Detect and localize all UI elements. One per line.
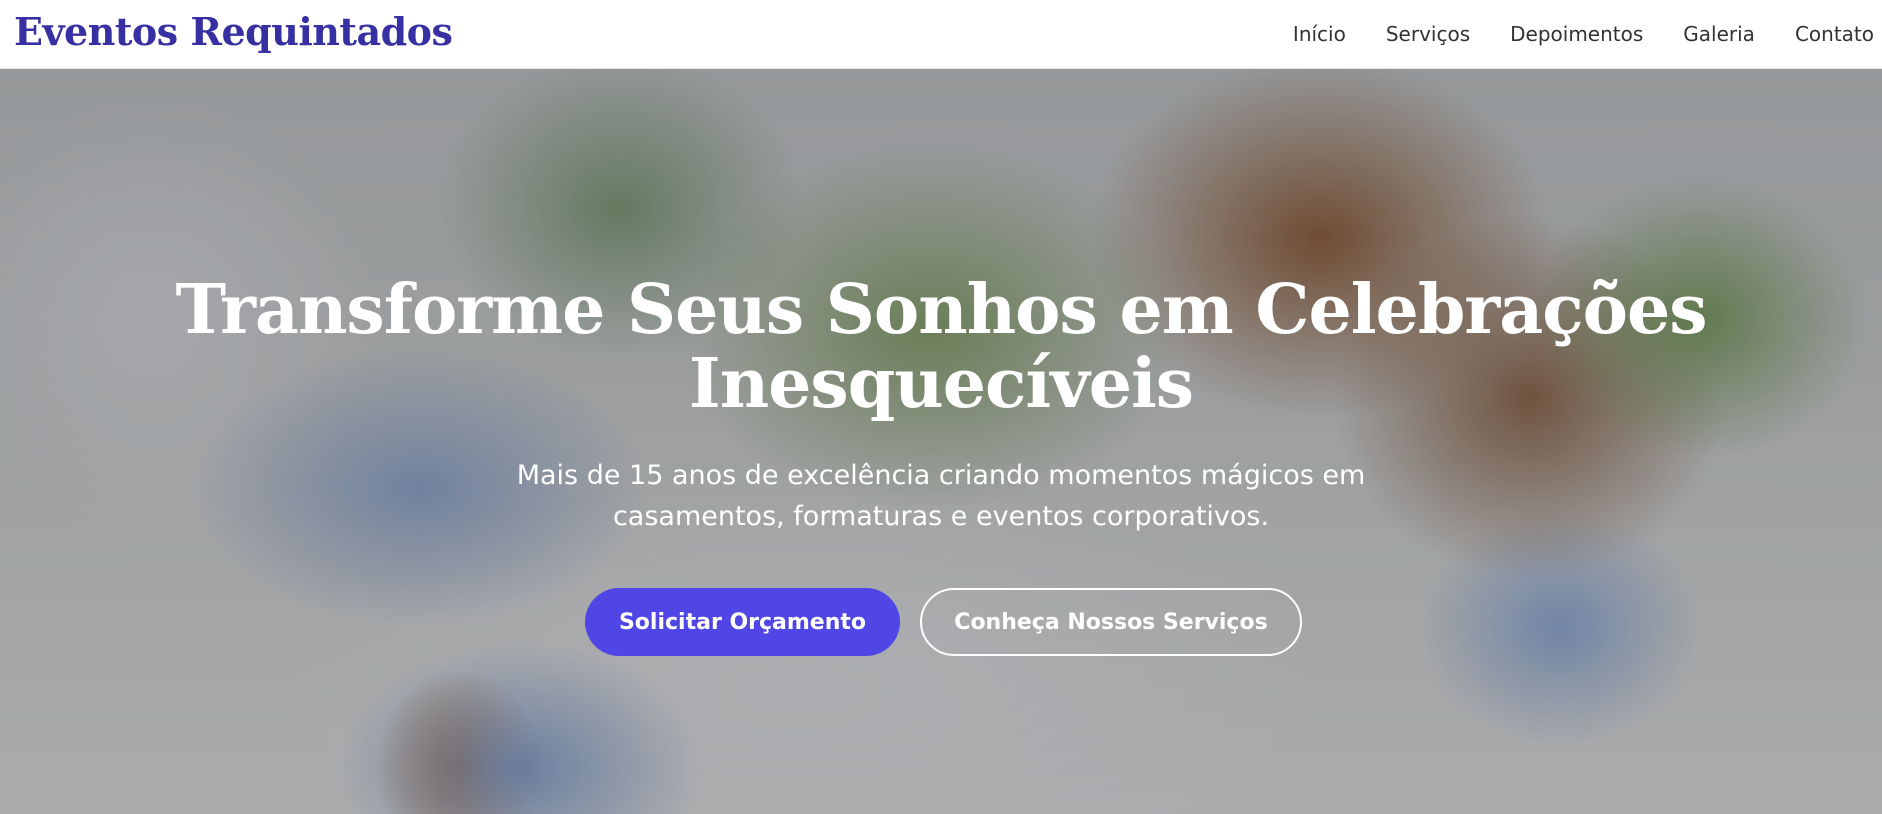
main-nav: Início Serviços Depoimentos Galeria Cont… — [1293, 0, 1882, 68]
hero-section: Transforme Seus Sonhos em Celebrações In… — [0, 68, 1882, 814]
services-button[interactable]: Conheça Nossos Serviços — [920, 588, 1302, 656]
nav-link-galeria[interactable]: Galeria — [1683, 22, 1755, 46]
nav-link-depoimentos[interactable]: Depoimentos — [1510, 22, 1643, 46]
hero-content: Transforme Seus Sonhos em Celebrações In… — [0, 68, 1882, 814]
brand-logo-text[interactable]: Eventos Requintados — [14, 8, 453, 56]
hero-subtitle: Mais de 15 anos de excelência criando mo… — [516, 460, 1366, 532]
nav-link-inicio[interactable]: Início — [1293, 22, 1346, 46]
nav-link-servicos[interactable]: Serviços — [1386, 22, 1470, 46]
hero-title: Transforme Seus Sonhos em Celebrações In… — [175, 270, 1707, 424]
top-navigation-bar: Eventos Requintados Início Serviços Depo… — [0, 0, 1882, 69]
nav-link-contato[interactable]: Contato — [1795, 22, 1882, 46]
request-quote-button[interactable]: Solicitar Orçamento — [585, 588, 900, 656]
